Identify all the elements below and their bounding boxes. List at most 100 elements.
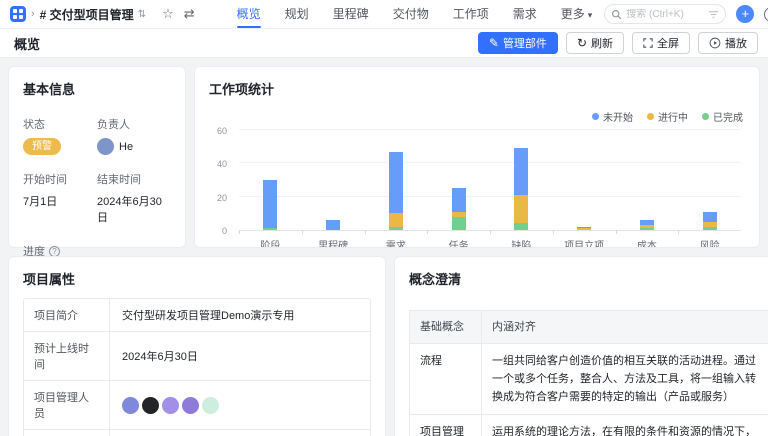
chart-bar-项目立项[interactable] — [577, 226, 592, 230]
chart-ytick-label: 60 — [216, 126, 227, 136]
filter-icon[interactable] — [708, 9, 719, 20]
search-input[interactable] — [626, 8, 705, 20]
member-avatar[interactable] — [122, 396, 139, 414]
attr-text: 2024年6月30日 — [122, 351, 198, 363]
attr-label: 项目简介 — [24, 299, 110, 331]
legend-item-未开始[interactable]: 未开始 — [592, 109, 633, 124]
status-badge[interactable]: 预警 — [23, 138, 61, 155]
chart-bar-缺陷[interactable] — [514, 148, 529, 230]
chart-ylabels: 0 20 40 60 — [207, 126, 233, 236]
top-navbar: › # 交付型项目管理 ⇅ ☆ ⇄ 概览规划里程碑交付物工作项需求更多▾ + ? — [0, 0, 768, 29]
owner-label: 负责人 — [97, 119, 130, 131]
breadcrumb[interactable]: # 交付型项目管理 — [40, 6, 134, 23]
tab-more[interactable]: 更多 ▾ — [549, 0, 605, 28]
legend-item-进行中[interactable]: 进行中 — [647, 109, 688, 124]
create-button[interactable]: + — [736, 5, 755, 23]
chart-xtick — [552, 230, 554, 234]
search-box[interactable] — [604, 4, 727, 24]
chart-plot-area — [239, 129, 741, 234]
member-avatar[interactable] — [202, 396, 219, 414]
legend-dot-icon — [702, 113, 709, 120]
toolbar-actions: ✎ 管理部件 ↻ 刷新 全屏 播放 — [477, 32, 758, 54]
chart-xtick — [615, 230, 617, 234]
fullscreen-label: 全屏 — [657, 38, 679, 50]
fullscreen-icon — [643, 38, 653, 48]
concept-term: 项目管理 — [410, 415, 482, 436]
chart-segment-已完成 — [514, 223, 529, 230]
legend-item-已完成[interactable]: 已完成 — [702, 109, 743, 124]
chart-segment-已完成 — [388, 226, 403, 230]
chart-segment-已完成 — [451, 216, 466, 230]
project-attrs-title: 项目属性 — [23, 272, 76, 287]
chart-xtick — [490, 230, 491, 234]
tab-overview[interactable]: 概览 — [225, 0, 273, 28]
bottom-row: 项目属性 项目简介 交付型研发项目管理Demo演示专用 预计上线时间 2024年6月3… — [8, 256, 768, 436]
chart-segment-未开始 — [263, 180, 278, 229]
member-avatar[interactable] — [142, 396, 159, 414]
end-time-value: 2024年6月30日 — [97, 196, 162, 224]
end-time-label: 结束时间 — [97, 174, 141, 186]
tab-planning[interactable]: 规划 — [273, 0, 321, 28]
chart-xtick-label: 里程碑 — [318, 241, 349, 248]
help-icon[interactable]: ? — [764, 6, 768, 22]
swap-icon[interactable]: ⇄ — [184, 6, 195, 22]
chart-bar-阶段[interactable] — [263, 180, 278, 230]
chart-segment-未开始 — [326, 220, 341, 230]
fullscreen-button[interactable]: 全屏 — [632, 32, 690, 54]
concept-row: 项目管理运用系统的理论方法，在有限的条件和资源的情况下，对项目开始到结束的全流程… — [410, 415, 768, 436]
legend-label: 已完成 — [713, 113, 743, 124]
chart-segment-未开始 — [388, 151, 403, 214]
attr-value — [110, 391, 231, 420]
member-avatar[interactable] — [162, 396, 179, 414]
chart-gridline — [239, 129, 741, 130]
concepts-header-def: 内涵对齐 — [492, 321, 536, 333]
chart-columns — [239, 131, 741, 230]
start-time-label: 开始时间 — [23, 174, 67, 186]
chart-bar-里程碑[interactable] — [326, 220, 341, 230]
chart-xtick — [427, 230, 429, 234]
chart-xtick — [364, 230, 366, 234]
chart-bar-风险[interactable] — [702, 211, 717, 230]
chart-bar-成本[interactable] — [639, 220, 654, 230]
chart-ytick-label: 20 — [216, 192, 227, 203]
tab-workitem[interactable]: 工作项 — [441, 0, 501, 28]
chart-bar-任务[interactable] — [451, 188, 466, 230]
chevron-right-icon: › — [31, 8, 35, 20]
switch-project-icon[interactable]: ⇅ — [138, 9, 146, 20]
manage-widgets-button[interactable]: ✎ 管理部件 — [477, 32, 558, 54]
attr-label: 预计上线时间 — [24, 332, 110, 380]
chart-title: 工作项统计 — [209, 82, 275, 97]
chart-segment-进行中 — [577, 228, 592, 230]
play-button[interactable]: 播放 — [698, 32, 758, 54]
chart-legend: 未开始 进行中 已完成 — [592, 109, 743, 124]
project-attrs-panel: 项目属性 项目简介 交付型研发项目管理Demo演示专用 预计上线时间 2024年6月3… — [8, 256, 386, 436]
refresh-label: 刷新 — [591, 38, 613, 50]
chart-segment-进行中 — [514, 195, 529, 224]
concepts-header-row: 基础概念 内涵对齐 — [410, 311, 768, 344]
progress-help-icon[interactable]: ? — [49, 245, 60, 257]
manage-widgets-label: 管理部件 — [502, 38, 547, 50]
dashboard-content: 基本信息 状态 预警 负责人 He 开始时间 7月1日 结束时间 2024年6月… — [0, 58, 768, 436]
concepts-table: 基础概念 内涵对齐 流程 一组共同给客户创造价值的相互关联的活动进程。通过一个或多个任… — [409, 310, 768, 436]
chart-column — [239, 180, 302, 230]
tab-requirement[interactable]: 需求 — [501, 0, 549, 28]
owner-value[interactable]: He — [97, 138, 171, 155]
chart-xtick-label: 成本 — [636, 241, 657, 248]
chart-xtick-label: 阶段 — [260, 241, 281, 248]
chart-bar-需求[interactable] — [388, 151, 403, 230]
tab-milestone[interactable]: 里程碑 — [321, 0, 381, 28]
concept-row: 流程 一组共同给客户创造价值的相互关联的活动进程。通过一个或多个任务，整合人、方法… — [410, 344, 768, 415]
basic-info-title: 基本信息 — [23, 82, 76, 97]
concept-definition: 运用系统的理论方法，在有限的条件和资源的情况下，对项目开始到结束的全流程进行计划… — [492, 426, 756, 436]
chart-segment-进行中 — [388, 213, 403, 227]
app-logo-icon[interactable] — [10, 6, 26, 22]
refresh-button[interactable]: ↻ 刷新 — [565, 32, 624, 54]
owner-name: He — [119, 140, 134, 153]
attr-row: 项目优先级低 — [24, 430, 370, 436]
favorite-star-icon[interactable]: ☆ — [162, 6, 174, 22]
project-attrs-table: 项目简介 交付型研发项目管理Demo演示专用 预计上线时间 2024年6月30日 项目管… — [23, 298, 371, 436]
tab-deliverable[interactable]: 交付物 — [381, 0, 441, 28]
basic-info-panel: 基本信息 状态 预警 负责人 He 开始时间 7月1日 结束时间 2024年6月… — [8, 66, 186, 280]
member-avatar[interactable] — [182, 396, 199, 414]
chart-xlabels: 阶段 里程碑 需求 任务 缺陷 项目立项 成本 风险 — [239, 237, 741, 248]
